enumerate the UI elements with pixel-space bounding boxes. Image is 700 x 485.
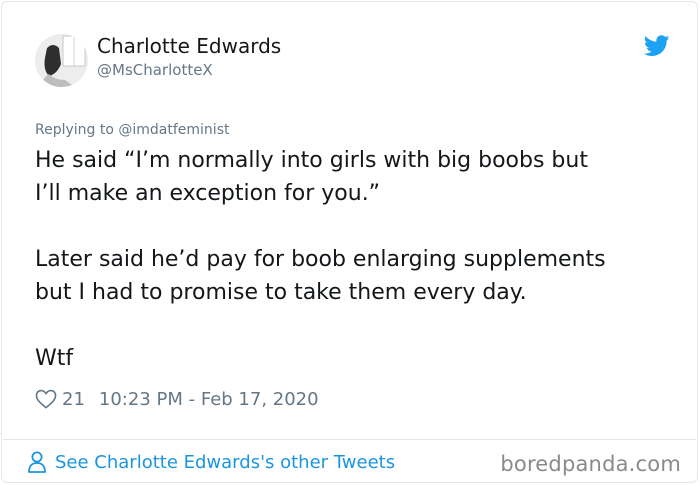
- tweet-text-line: He said “I’m normally into girls with bi…: [35, 148, 588, 173]
- replying-to[interactable]: Replying to @imdatfeminist: [35, 122, 229, 138]
- author-display-name[interactable]: Charlotte Edwards: [97, 34, 281, 58]
- author-handle[interactable]: @MsCharlotteX: [97, 61, 213, 79]
- like-count[interactable]: 21: [62, 389, 85, 410]
- other-tweets-link[interactable]: See Charlotte Edwards's other Tweets: [27, 450, 395, 474]
- avatar-photo: [35, 34, 88, 87]
- tweet-timestamp[interactable]: 10:23 PM - Feb 17, 2020: [99, 389, 319, 410]
- heart-icon[interactable]: [35, 389, 57, 409]
- tweet-text-line: Wtf: [35, 346, 74, 371]
- avatar[interactable]: [35, 34, 88, 87]
- tweet-text-line: but I had to promise to take them every …: [35, 280, 527, 305]
- tweet-text-line: I’ll make an exception for you.”: [35, 181, 381, 206]
- twitter-bird-icon[interactable]: [644, 35, 670, 57]
- other-tweets-label[interactable]: See Charlotte Edwards's other Tweets: [55, 452, 395, 473]
- tweet-card: Charlotte Edwards @MsCharlotteX Replying…: [1, 1, 698, 483]
- person-icon: [28, 451, 46, 473]
- divider: [3, 439, 696, 440]
- tweet-text: He said “I’m normally into girls with bi…: [35, 144, 675, 375]
- tweet-text-line: Later said he’d pay for boob enlarging s…: [35, 247, 606, 272]
- boredpanda-watermark: boredpanda.com: [500, 452, 681, 476]
- tweet-meta: 21 10:23 PM - Feb 17, 2020: [35, 387, 319, 411]
